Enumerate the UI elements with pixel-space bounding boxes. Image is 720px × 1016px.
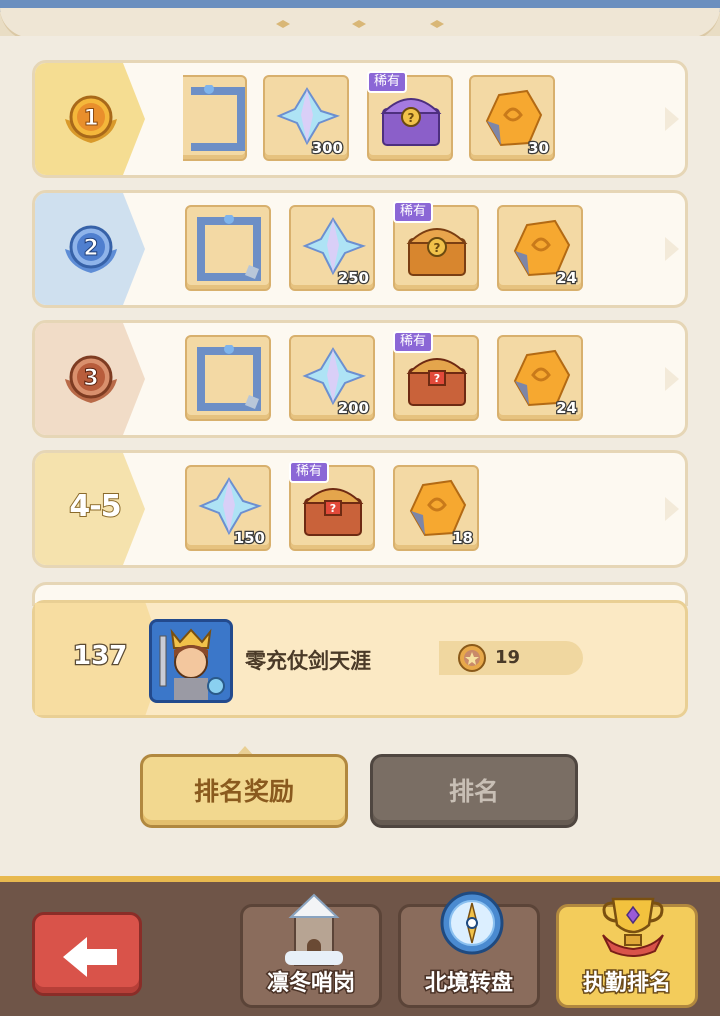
reward-item[interactable]: 250 bbox=[289, 205, 375, 291]
item-quantity: 200 bbox=[336, 398, 370, 419]
gold-medal-icon: 1 bbox=[65, 95, 117, 143]
rare-tag: 稀有 bbox=[393, 331, 434, 353]
nav-duty-ranking[interactable]: 执勤排名 bbox=[556, 897, 698, 1008]
crystal-icon bbox=[302, 217, 367, 276]
reward-row-rank-1: 1 300 ? 稀有 30 bbox=[32, 60, 688, 178]
item-quantity: 300 bbox=[310, 138, 344, 159]
rare-tag: 稀有 bbox=[289, 461, 330, 483]
medal-number: 3 bbox=[83, 366, 98, 391]
item-quantity: 24 bbox=[555, 398, 578, 419]
svg-text:?: ? bbox=[330, 502, 336, 515]
item-quantity: 250 bbox=[336, 268, 370, 289]
item-quantity: 30 bbox=[527, 138, 550, 159]
reward-items: 150 ? 稀有 18 bbox=[185, 461, 685, 555]
reward-items: 250 ? 稀有 24 bbox=[185, 201, 685, 295]
medal-coin-icon bbox=[458, 644, 486, 672]
reward-row-rank-2: 2 250 ? 稀有 24 bbox=[32, 190, 688, 308]
reward-item[interactable]: 18 bbox=[393, 465, 479, 551]
back-button[interactable] bbox=[32, 912, 142, 996]
frame-icon bbox=[197, 215, 261, 281]
svg-text:?: ? bbox=[408, 111, 415, 125]
nav-label: 执勤排名 bbox=[581, 970, 672, 998]
crystal-icon bbox=[276, 87, 341, 146]
reward-item[interactable]: ? 稀有 bbox=[393, 201, 479, 291]
reward-item[interactable]: 150 bbox=[185, 465, 271, 551]
item-quantity: 150 bbox=[232, 528, 266, 549]
frame-icon bbox=[191, 85, 245, 151]
my-rank-row: 137 零充仗剑天涯 19 bbox=[32, 600, 688, 718]
nav-north-wheel[interactable]: 北境转盘 bbox=[398, 891, 540, 1008]
chest-icon: ? bbox=[406, 228, 468, 276]
chest-icon: ? bbox=[302, 488, 364, 536]
reward-item[interactable] bbox=[183, 75, 247, 161]
frame-icon bbox=[197, 345, 261, 411]
rare-tag: 稀有 bbox=[367, 71, 408, 93]
reward-row-rank-3: 3 200 ? 稀有 24 bbox=[32, 320, 688, 438]
rare-tag: 稀有 bbox=[393, 201, 434, 223]
tab-rank-rewards[interactable]: 排名奖励 bbox=[140, 754, 348, 828]
tab-ranking[interactable]: 排名 bbox=[370, 754, 578, 828]
my-rank-number: 137 bbox=[72, 640, 129, 673]
svg-text:?: ? bbox=[434, 372, 440, 385]
nav-label: 凛冬哨岗 bbox=[265, 970, 356, 998]
panel-top-edge bbox=[0, 0, 720, 41]
player-name: 零充仗剑天涯 bbox=[245, 649, 371, 673]
medal-number: 1 bbox=[83, 106, 98, 131]
king-avatar-icon[interactable] bbox=[149, 619, 233, 703]
reward-item[interactable]: ? 稀有 bbox=[289, 461, 375, 551]
reward-item[interactable]: ? 稀有 bbox=[367, 71, 453, 161]
reward-row-rank-4-5: 4-5 150 ? 稀有 18 bbox=[32, 450, 688, 568]
score-pill: 19 bbox=[439, 641, 583, 675]
silver-medal-icon: 2 bbox=[65, 225, 117, 273]
reward-item[interactable]: 30 bbox=[469, 75, 555, 161]
reward-items: 200 ? 稀有 24 bbox=[185, 331, 685, 425]
rare-chest-icon: ? bbox=[380, 98, 442, 146]
svg-text:?: ? bbox=[434, 241, 441, 255]
tower-icon bbox=[285, 893, 343, 966]
reward-item[interactable]: 24 bbox=[497, 205, 583, 291]
reward-item[interactable]: ? 稀有 bbox=[393, 331, 479, 421]
crystal-icon bbox=[302, 347, 367, 406]
nav-winter-outpost[interactable]: 凛冬哨岗 bbox=[240, 893, 382, 1008]
reward-item[interactable]: 24 bbox=[497, 335, 583, 421]
bottom-nav-bar: 凛冬哨岗 北境转盘 执勤排名 bbox=[0, 876, 720, 1016]
reward-item[interactable] bbox=[185, 335, 271, 421]
player-score: 19 bbox=[495, 647, 521, 668]
compass-wheel-icon bbox=[440, 891, 504, 955]
bronze-medal-icon: 3 bbox=[65, 355, 117, 403]
chest-icon: ? bbox=[406, 358, 468, 406]
item-quantity: 24 bbox=[555, 268, 578, 289]
reward-items: 300 ? 稀有 30 bbox=[183, 71, 683, 165]
reward-item[interactable]: 200 bbox=[289, 335, 375, 421]
back-arrow-icon bbox=[63, 937, 117, 977]
rank-range-label: 4-5 bbox=[68, 488, 122, 525]
crystal-icon bbox=[198, 477, 263, 536]
medal-number: 2 bbox=[83, 236, 98, 261]
item-quantity: 18 bbox=[451, 528, 474, 549]
nav-label: 北境转盘 bbox=[423, 970, 514, 998]
reward-item[interactable] bbox=[185, 205, 271, 291]
reward-item[interactable]: 300 bbox=[263, 75, 349, 161]
trophy-icon bbox=[602, 897, 664, 957]
